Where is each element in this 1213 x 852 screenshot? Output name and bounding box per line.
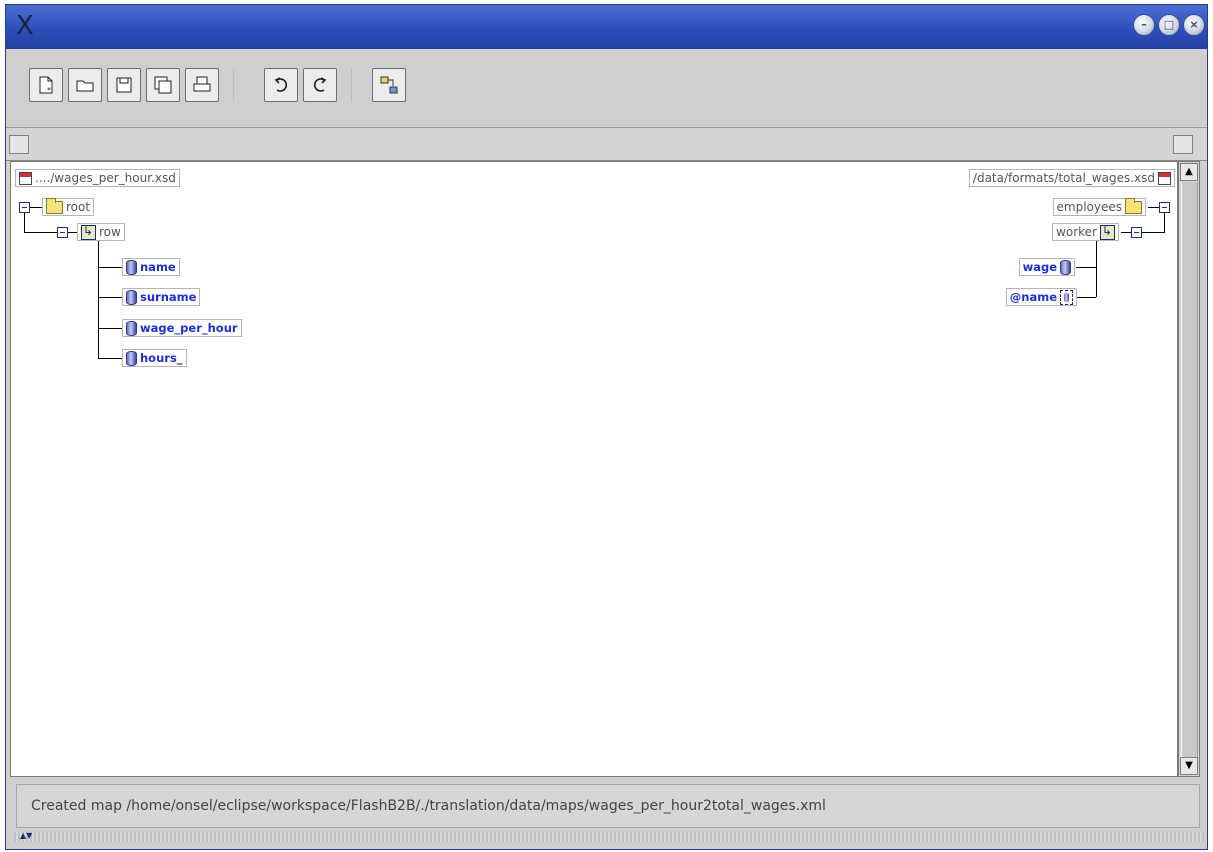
target-row-expander[interactable] <box>1131 227 1142 238</box>
tree-line <box>24 213 25 233</box>
source-field-wage-per-hour[interactable]: wage_per_hour <box>122 319 242 337</box>
save-as-icon <box>154 76 172 94</box>
row-icon <box>81 223 96 240</box>
application-window: X – □ × * ..../wages_per_hour.xsd root ↳… <box>5 4 1208 850</box>
target-file-node[interactable]: /data/formats/total_wages.xsd <box>968 169 1175 187</box>
source-field-name[interactable]: name <box>122 258 180 276</box>
save-icon <box>116 77 132 93</box>
toolbar-separator <box>351 68 352 102</box>
status-bar: Created map /home/onsel/eclipse/workspac… <box>16 784 1200 828</box>
target-attribute-name[interactable]: @name <box>1005 288 1077 306</box>
source-root-expander[interactable] <box>19 202 30 213</box>
map-icon <box>380 76 398 94</box>
undo-button[interactable] <box>264 68 298 102</box>
splitter-bar <box>6 128 1207 161</box>
new-file-button[interactable]: * <box>29 68 63 102</box>
tree-line <box>98 358 122 359</box>
vertical-scrollbar[interactable]: ▲ ▼ <box>1178 161 1200 777</box>
tree-line <box>1076 267 1096 268</box>
target-root-node[interactable]: employees <box>1052 197 1146 216</box>
open-file-button[interactable] <box>68 68 102 102</box>
maximize-icon[interactable]: □ <box>1158 14 1180 36</box>
tree-line <box>1096 241 1097 297</box>
folder-icon <box>46 197 63 214</box>
splitter-arrows-icon[interactable]: ▲▼ <box>20 831 32 840</box>
field-icon <box>126 289 137 305</box>
bottom-splitter[interactable] <box>14 832 1204 842</box>
tree-line <box>1121 232 1131 233</box>
target-field-wage[interactable]: wage <box>1018 258 1075 276</box>
undo-icon <box>274 77 288 92</box>
print-button[interactable] <box>185 68 219 102</box>
right-panel-toggle[interactable] <box>1173 135 1193 154</box>
source-row-node[interactable]: row <box>77 223 125 241</box>
mapping-canvas[interactable]: ..../wages_per_hour.xsd root row name su… <box>10 161 1178 777</box>
open-icon <box>76 80 94 92</box>
row-icon <box>1100 223 1115 240</box>
app-logo-icon: X <box>16 11 34 41</box>
save-button[interactable] <box>107 68 141 102</box>
tree-line <box>98 241 99 359</box>
source-file-node[interactable]: ..../wages_per_hour.xsd <box>15 169 180 187</box>
source-root-node[interactable]: root <box>42 197 95 216</box>
tree-line <box>1142 232 1164 233</box>
title-bar[interactable]: X – □ × <box>6 5 1207 49</box>
left-panel-toggle[interactable] <box>9 135 29 154</box>
source-field-surname[interactable]: surname <box>122 288 201 306</box>
tree-line <box>24 232 57 233</box>
field-icon <box>126 350 137 366</box>
tree-line <box>1164 213 1165 233</box>
status-message: Created map /home/onsel/eclipse/workspac… <box>31 798 826 814</box>
tree-line <box>98 328 122 329</box>
tree-line <box>68 232 77 233</box>
svg-text:*: * <box>47 86 51 95</box>
field-icon <box>126 259 137 275</box>
tree-line <box>98 297 122 298</box>
tree-line <box>30 207 42 208</box>
redo-icon <box>313 77 327 92</box>
xsd-file-icon <box>1158 171 1171 185</box>
xsd-file-icon <box>19 171 32 185</box>
target-root-expander[interactable] <box>1159 202 1170 213</box>
field-icon <box>126 320 137 336</box>
tree-line <box>1148 207 1159 208</box>
tree-line <box>1077 297 1096 298</box>
tree-line <box>98 267 122 268</box>
toolbar: * <box>6 49 1207 128</box>
map-button[interactable] <box>372 68 406 102</box>
field-icon <box>1060 259 1071 275</box>
redo-button[interactable] <box>303 68 337 102</box>
scroll-thumb[interactable] <box>1181 182 1198 758</box>
target-row-node[interactable]: worker <box>1052 223 1119 241</box>
source-row-expander[interactable] <box>57 227 68 238</box>
attribute-icon <box>1060 289 1073 305</box>
toolbar-separator <box>233 68 234 102</box>
scroll-up-icon[interactable]: ▲ <box>1180 163 1198 181</box>
minimize-icon[interactable]: – <box>1133 14 1155 36</box>
scroll-down-icon[interactable]: ▼ <box>1180 757 1198 775</box>
source-field-hours[interactable]: hours_ <box>122 349 187 367</box>
folder-icon <box>1125 197 1142 214</box>
new-icon: * <box>39 76 53 95</box>
print-icon <box>193 76 211 92</box>
save-as-button[interactable] <box>146 68 180 102</box>
close-icon[interactable]: × <box>1183 14 1205 36</box>
